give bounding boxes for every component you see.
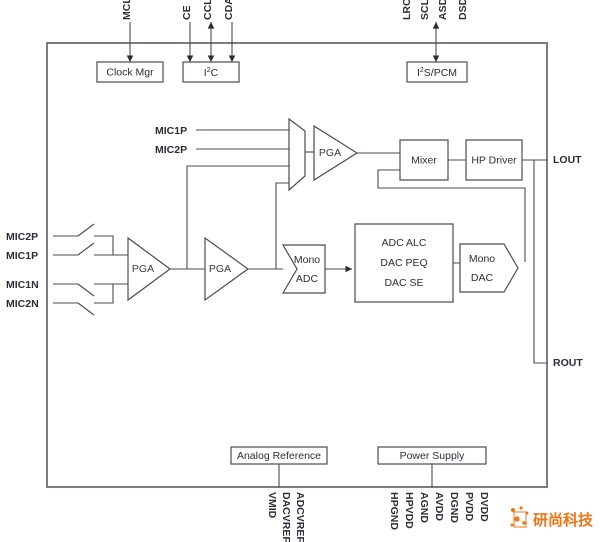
watermark-logo-icon <box>510 506 529 528</box>
block-diagram-canvas: MCLK Clock Mgr CE CCLK CDATA I2C LRCK SC… <box>0 0 600 542</box>
block-label-clock-mgr: Clock Mgr <box>106 66 154 78</box>
shape-input-mux <box>288 117 306 192</box>
pin-label-mclk: MCLK <box>121 0 133 20</box>
block-label-analog-reference: Analog Reference <box>237 450 321 462</box>
block-label-power-supply: Power Supply <box>400 450 466 462</box>
pin-label-cdata: CDATA <box>223 0 235 20</box>
pin-label-mic1p-left: MIC1P <box>6 250 38 262</box>
block-label-i2c: I2C <box>204 67 219 79</box>
switch-mic1p-left <box>77 242 95 256</box>
block-label-i2s-pcm: I2S/PCM <box>417 67 457 79</box>
block-label-hp-driver: HP Driver <box>471 154 517 166</box>
switch-mic1n-left <box>77 283 95 297</box>
pin-label-mic2n-left: MIC2N <box>6 298 39 310</box>
watermark-text: 研尚科技 <box>533 511 594 529</box>
pin-label-mic2p-top: MIC2P <box>155 144 187 156</box>
pin-label-agnd: AGND <box>418 492 430 523</box>
pin-label-rout: ROUT <box>553 357 583 369</box>
i2c-c: C <box>211 67 219 79</box>
switch-mic2p-left <box>77 223 95 237</box>
pin-label-dgnd: DGND <box>448 492 460 523</box>
pin-label-mic1n-left: MIC1N <box>6 279 39 291</box>
block-label-dac-peq: DAC PEQ <box>380 257 427 269</box>
block-mono-adc <box>281 244 326 294</box>
i2s-tail: S/PCM <box>424 67 457 79</box>
block-label-mono-dac-1: Mono <box>469 253 495 265</box>
pin-label-adcvref: ADCVREF <box>294 492 306 542</box>
block-label-pga-mid: PGA <box>209 263 231 275</box>
pin-label-hpgnd: HPGND <box>388 492 400 530</box>
pin-label-ce: CE <box>181 5 193 20</box>
pin-label-dacvref: DACVREF <box>280 492 292 542</box>
pin-label-dvdd: DVDD <box>478 492 490 522</box>
pin-label-asdout: ASDOUT <box>437 0 449 20</box>
wire-switch-neg-merge <box>94 283 128 304</box>
pin-label-dsdin: DSDIN <box>457 0 469 20</box>
wire-bus-to-rout <box>533 160 547 364</box>
pin-label-cclk: CCLK <box>202 0 214 20</box>
block-label-pga-left: PGA <box>132 263 154 275</box>
block-label-mono-adc-1: Mono <box>294 254 320 266</box>
block-label-mono-adc-2: ADC <box>296 273 319 285</box>
block-label-dac-se: DAC SE <box>384 277 423 289</box>
block-mono-dac <box>459 243 519 293</box>
switch-mic2n-left <box>77 302 95 316</box>
pin-label-hpvdd: HPVDD <box>403 492 415 529</box>
block-label-mono-dac-2: DAC <box>471 272 494 284</box>
pin-label-lout: LOUT <box>553 154 582 166</box>
pin-label-mic2p-left: MIC2P <box>6 231 38 243</box>
pin-label-sclk: SCLK <box>419 0 431 20</box>
pin-label-mic1p-top: MIC1P <box>155 125 187 137</box>
pin-label-lrck: LRCK <box>401 0 413 20</box>
pin-label-avdd: AVDD <box>433 492 445 521</box>
pin-label-vmid: VMID <box>266 492 278 519</box>
block-label-mixer: Mixer <box>411 154 437 166</box>
wire-switch-pos-merge <box>94 235 128 256</box>
wire-mux-in-3 <box>186 165 289 262</box>
pin-label-pvdd: PVDD <box>463 492 475 522</box>
block-label-adc-alc: ADC ALC <box>382 237 427 249</box>
block-label-pga-top: PGA <box>319 147 341 159</box>
